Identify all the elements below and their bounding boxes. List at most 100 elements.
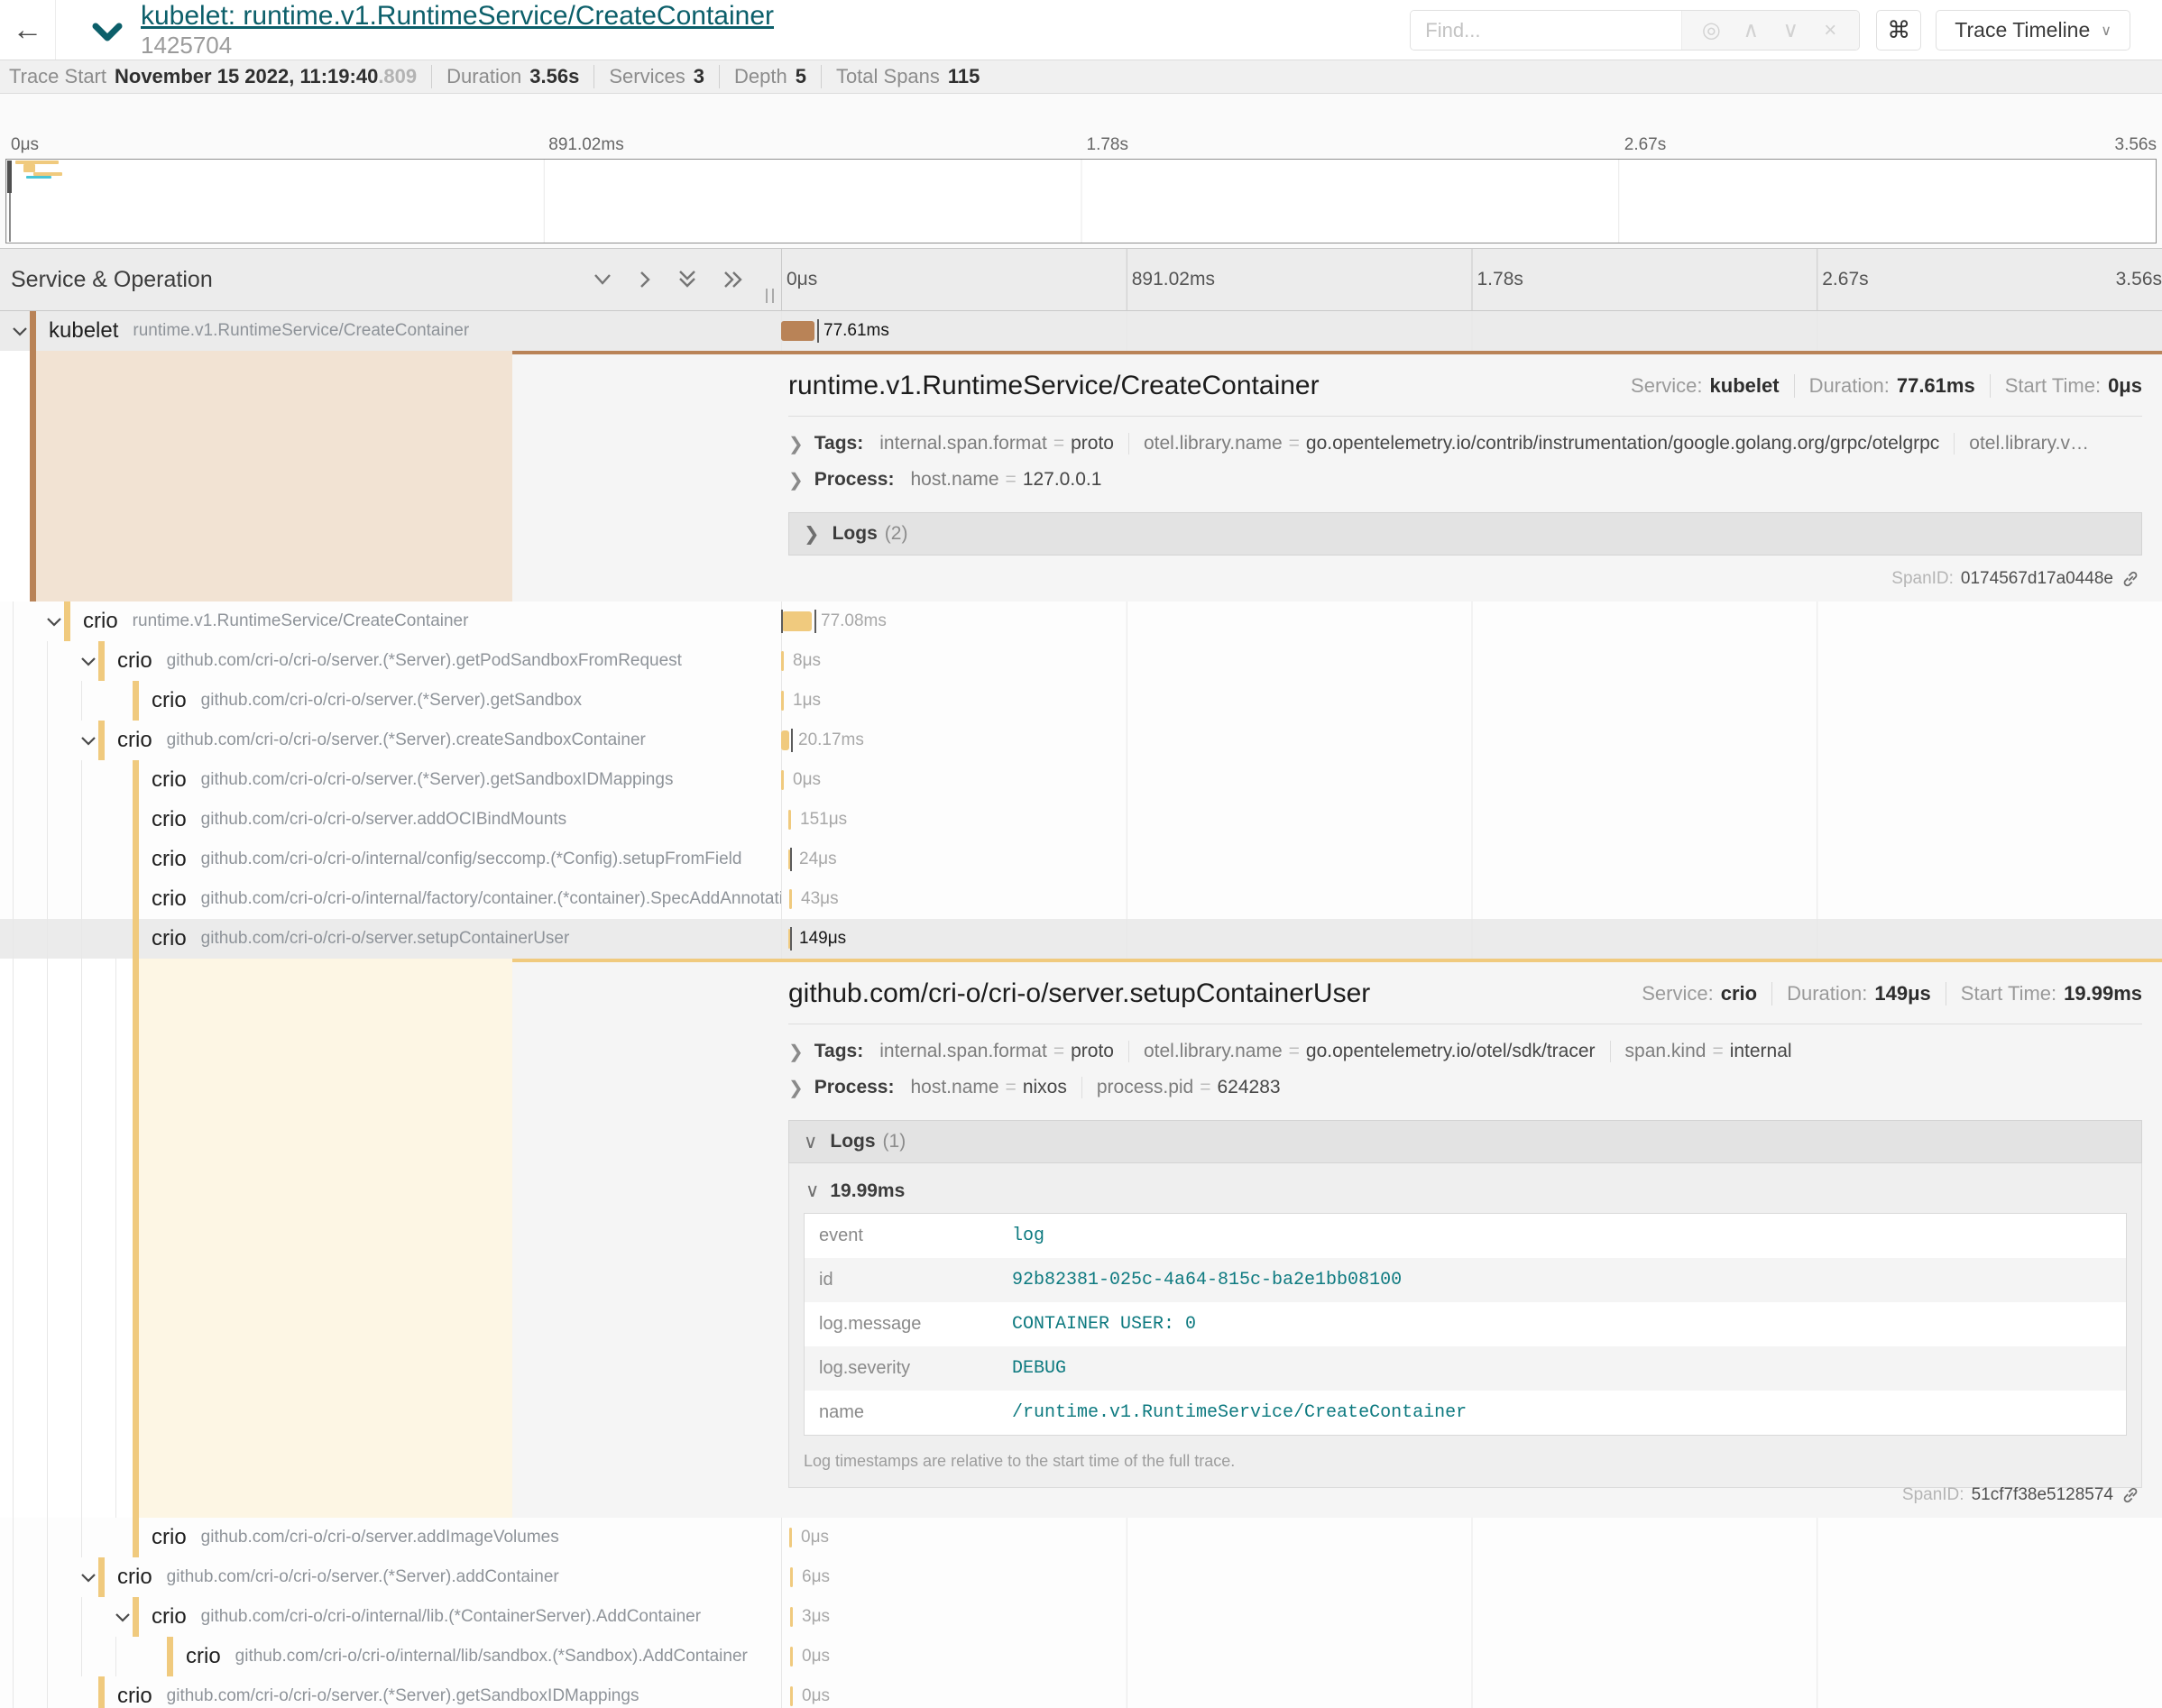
span-row[interactable]: crio github.com/cri-o/cri-o/server.(*Ser… (0, 641, 2162, 681)
span-timeline-cell[interactable]: 0μs (781, 760, 2162, 800)
span-timeline-cell[interactable]: 6μs (781, 1557, 2162, 1597)
log-field-row[interactable]: eventlog (805, 1214, 2126, 1258)
span-row[interactable]: crio github.com/cri-o/cri-o/server.(*Ser… (0, 681, 2162, 721)
log-field-row[interactable]: log.severityDEBUG (805, 1346, 2126, 1391)
column-resizer-handle[interactable] (766, 289, 774, 303)
span-duration-bar[interactable] (789, 889, 792, 909)
tags-row[interactable]: ❯ Tags: internal.span.format=protootel.l… (788, 1033, 2142, 1070)
span-row[interactable]: crio github.com/cri-o/cri-o/server.(*Ser… (0, 760, 2162, 800)
collapse-all-icon[interactable] (676, 269, 698, 290)
span-duration-bar[interactable] (790, 1686, 793, 1706)
clear-search-icon[interactable]: × (1810, 18, 1850, 43)
span-row[interactable]: crio github.com/cri-o/cri-o/server.(*Ser… (0, 1676, 2162, 1708)
locate-icon[interactable]: ◎ (1691, 17, 1731, 43)
span-duration-bar[interactable] (790, 1647, 793, 1667)
collapse-chevron-icon[interactable] (80, 1573, 97, 1584)
collapse-chevron-icon[interactable] (80, 657, 97, 667)
span-name-cell[interactable]: crio github.com/cri-o/cri-o/server.(*Ser… (0, 721, 781, 760)
span-row[interactable]: crio github.com/cri-o/cri-o/internal/fac… (0, 879, 2162, 919)
tag-item[interactable]: host.name=127.0.0.1 (910, 469, 1101, 491)
log-field-row[interactable]: log.messageCONTAINER USER: 0 (805, 1302, 2126, 1346)
back-button[interactable]: ← (0, 0, 56, 60)
span-timeline-cell[interactable]: 0μs (781, 1676, 2162, 1708)
span-name-cell[interactable]: crio github.com/cri-o/cri-o/internal/fac… (0, 879, 781, 919)
tag-item[interactable]: span.kind=internal (1610, 1041, 1792, 1062)
span-row[interactable]: crio github.com/cri-o/cri-o/server.setup… (0, 919, 2162, 959)
span-name-cell[interactable]: kubelet runtime.v1.RuntimeService/Create… (0, 311, 781, 351)
prev-result-icon[interactable]: ∧ (1731, 17, 1771, 43)
span-name-cell[interactable]: crio runtime.v1.RuntimeService/CreateCon… (0, 601, 781, 641)
collapse-trace-chevron-icon[interactable] (90, 21, 124, 44)
span-timeline-cell[interactable]: 24μs (781, 840, 2162, 879)
tag-item[interactable]: host.name=nixos (910, 1077, 1066, 1098)
copy-link-icon[interactable] (2121, 569, 2140, 589)
logs-toggle[interactable]: ∨ Logs (1) (788, 1120, 2142, 1163)
next-result-icon[interactable]: ∨ (1771, 17, 1810, 43)
collapse-one-icon[interactable] (592, 271, 613, 288)
span-row[interactable]: crio github.com/cri-o/cri-o/internal/lib… (0, 1597, 2162, 1637)
span-duration-bar[interactable] (781, 321, 814, 341)
tag-item[interactable]: process.pid=624283 (1081, 1077, 1281, 1098)
span-name-cell[interactable]: crio github.com/cri-o/cri-o/server.(*Ser… (0, 1557, 781, 1597)
span-duration-bar[interactable] (781, 730, 789, 750)
collapse-chevron-icon[interactable] (115, 1612, 131, 1623)
span-row[interactable]: crio github.com/cri-o/cri-o/internal/lib… (0, 1637, 2162, 1676)
span-timeline-cell[interactable]: 8μs (781, 641, 2162, 681)
span-row[interactable]: crio github.com/cri-o/cri-o/server.(*Ser… (0, 1557, 2162, 1597)
span-duration-bar[interactable] (790, 1607, 793, 1627)
span-name-cell[interactable]: crio github.com/cri-o/cri-o/internal/con… (0, 840, 781, 879)
span-timeline-cell[interactable]: 43μs (781, 879, 2162, 919)
find-input[interactable] (1411, 11, 1681, 50)
span-duration-bar[interactable] (788, 810, 791, 830)
span-duration-bar[interactable] (781, 691, 784, 711)
trace-title-link[interactable]: kubelet: runtime.v1.RuntimeService/Creat… (141, 2, 774, 31)
span-row[interactable]: crio github.com/cri-o/cri-o/server.(*Ser… (0, 721, 2162, 760)
span-timeline-cell[interactable]: 77.61ms (781, 311, 2162, 351)
collapse-chevron-icon[interactable] (12, 326, 28, 337)
log-field-row[interactable]: id92b82381-025c-4a64-815c-ba2e1bb08100 (805, 1258, 2126, 1302)
span-duration-bar[interactable] (781, 770, 784, 790)
span-duration-bar[interactable] (789, 1528, 792, 1547)
span-row[interactable]: crio github.com/cri-o/cri-o/internal/con… (0, 840, 2162, 879)
span-name-cell[interactable]: crio github.com/cri-o/cri-o/server.(*Ser… (0, 681, 781, 721)
span-name-cell[interactable]: crio github.com/cri-o/cri-o/server.addIm… (0, 1518, 781, 1557)
trace-view-selector[interactable]: Trace Timeline ∨ (1936, 10, 2130, 51)
keyboard-shortcuts-button[interactable]: ⌘ (1876, 10, 1921, 51)
minimap-canvas[interactable] (5, 159, 2157, 243)
tag-item[interactable]: internal.span.format=proto (879, 433, 1114, 455)
span-name-cell[interactable]: crio github.com/cri-o/cri-o/server.addOC… (0, 800, 781, 840)
tag-item[interactable]: otel.library.name=go.opentelemetry.io/co… (1128, 433, 1939, 455)
span-name-cell[interactable]: crio github.com/cri-o/cri-o/internal/lib… (0, 1597, 781, 1637)
expand-one-icon[interactable] (637, 269, 653, 290)
span-timeline-cell[interactable]: 149μs (781, 919, 2162, 959)
log-field-row[interactable]: name/runtime.v1.RuntimeService/CreateCon… (805, 1391, 2126, 1435)
span-timeline-cell[interactable]: 0μs (781, 1637, 2162, 1676)
span-row[interactable]: crio github.com/cri-o/cri-o/server.addOC… (0, 800, 2162, 840)
span-name-cell[interactable]: crio github.com/cri-o/cri-o/server.setup… (0, 919, 781, 959)
span-duration-bar[interactable] (782, 611, 812, 631)
tag-item[interactable]: otel.library.v… (1954, 433, 2089, 455)
span-timeline-cell[interactable]: 3μs (781, 1597, 2162, 1637)
span-row[interactable]: crio runtime.v1.RuntimeService/CreateCon… (0, 601, 2162, 641)
span-duration-bar[interactable] (781, 651, 784, 671)
logs-toggle[interactable]: ❯ Logs (2) (788, 512, 2142, 556)
copy-link-icon[interactable] (2121, 1485, 2140, 1505)
collapse-chevron-icon[interactable] (80, 736, 97, 747)
viewport-drag-handle[interactable] (7, 161, 12, 193)
span-timeline-cell[interactable]: 1μs (781, 681, 2162, 721)
span-name-cell[interactable]: crio github.com/cri-o/cri-o/server.(*Ser… (0, 1676, 781, 1708)
log-entry-toggle[interactable]: ∨19.99ms (805, 1180, 2127, 1202)
tag-item[interactable]: otel.library.name=go.opentelemetry.io/ot… (1128, 1041, 1596, 1062)
span-name-cell[interactable]: crio github.com/cri-o/cri-o/internal/lib… (0, 1637, 781, 1676)
process-row[interactable]: ❯ Process: host.name=nixosprocess.pid=62… (788, 1070, 2142, 1106)
span-timeline-cell[interactable]: 0μs (781, 1518, 2162, 1557)
span-timeline-cell[interactable]: 151μs (781, 800, 2162, 840)
span-duration-bar[interactable] (790, 1567, 793, 1587)
tag-item[interactable]: internal.span.format=proto (879, 1041, 1114, 1062)
span-timeline-cell[interactable]: 20.17ms (781, 721, 2162, 760)
expand-all-icon[interactable] (722, 269, 745, 290)
span-name-cell[interactable]: crio github.com/cri-o/cri-o/server.(*Ser… (0, 641, 781, 681)
tags-row[interactable]: ❯ Tags: internal.span.format=protootel.l… (788, 426, 2142, 462)
process-row[interactable]: ❯ Process: host.name=127.0.0.1 (788, 462, 2142, 498)
span-name-cell[interactable]: crio github.com/cri-o/cri-o/server.(*Ser… (0, 760, 781, 800)
